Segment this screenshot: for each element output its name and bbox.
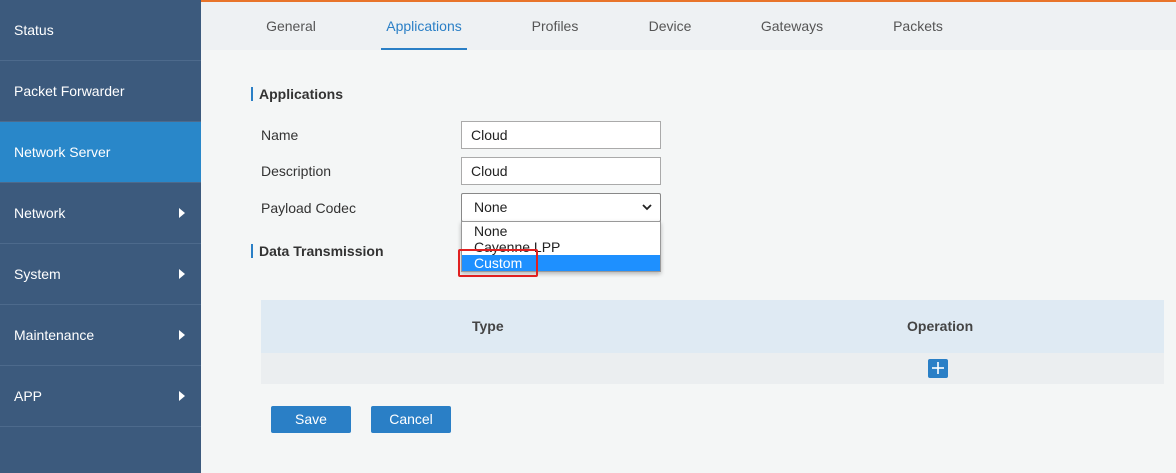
sidebar-item-maintenance[interactable]: Maintenance xyxy=(0,305,201,366)
add-row-button[interactable] xyxy=(928,359,948,378)
sidebar-item-packet-forwarder[interactable]: Packet Forwarder xyxy=(0,61,201,122)
section-title-applications: Applications xyxy=(251,87,343,101)
option-custom[interactable]: Custom xyxy=(462,255,660,271)
sidebar-item-system[interactable]: System xyxy=(0,244,201,305)
main-content: Applications Name Description Payload Co… xyxy=(201,50,1176,473)
plus-icon xyxy=(932,362,944,374)
sidebar-item-label: Network Server xyxy=(14,144,111,160)
table-row xyxy=(261,353,1164,384)
tab-profiles[interactable]: Profiles xyxy=(527,2,583,50)
name-input[interactable] xyxy=(461,121,661,149)
payload-codec-select[interactable]: None xyxy=(461,193,661,222)
save-button[interactable]: Save xyxy=(271,406,351,433)
payload-codec-label: Payload Codec xyxy=(261,200,356,216)
sidebar-item-status[interactable]: Status xyxy=(0,0,201,61)
section-title-data-transmission: Data Transmission xyxy=(251,244,384,258)
name-label: Name xyxy=(261,127,299,143)
description-label: Description xyxy=(261,163,332,179)
sidebar: Status Packet Forwarder Network Server N… xyxy=(0,0,201,473)
chevron-down-icon xyxy=(642,204,652,211)
payload-codec-selected-value: None xyxy=(474,199,508,215)
sidebar-item-app[interactable]: APP xyxy=(0,366,201,427)
payload-codec-dropdown: None Cayenne LPP Custom xyxy=(461,221,661,272)
tab-gateways[interactable]: Gateways xyxy=(757,2,827,50)
sidebar-item-label: APP xyxy=(14,388,43,404)
data-transmission-table: Type Operation xyxy=(261,300,1164,384)
cancel-button[interactable]: Cancel xyxy=(371,406,451,433)
sidebar-item-network[interactable]: Network xyxy=(0,183,201,244)
sidebar-item-label: Maintenance xyxy=(14,327,95,343)
chevron-right-icon xyxy=(179,391,185,401)
column-header-type: Type xyxy=(472,318,504,334)
tab-applications[interactable]: Applications xyxy=(381,2,467,50)
sidebar-item-label: Packet Forwarder xyxy=(14,83,125,99)
option-none[interactable]: None xyxy=(462,223,660,239)
option-cayenne-lpp[interactable]: Cayenne LPP xyxy=(462,239,660,255)
description-input[interactable] xyxy=(461,157,661,185)
sidebar-item-network-server[interactable]: Network Server xyxy=(0,122,201,183)
chevron-right-icon xyxy=(179,208,185,218)
chevron-right-icon xyxy=(179,269,185,279)
tab-bar: General Applications Profiles Device Gat… xyxy=(201,2,1176,50)
tab-device[interactable]: Device xyxy=(645,2,695,50)
table-header: Type Operation xyxy=(261,300,1164,353)
tab-general[interactable]: General xyxy=(261,2,321,50)
tab-packets[interactable]: Packets xyxy=(889,2,947,50)
chevron-right-icon xyxy=(179,330,185,340)
sidebar-item-label: Network xyxy=(14,205,66,221)
column-header-operation: Operation xyxy=(907,318,974,334)
sidebar-item-label: System xyxy=(14,266,61,282)
sidebar-item-label: Status xyxy=(14,22,54,38)
